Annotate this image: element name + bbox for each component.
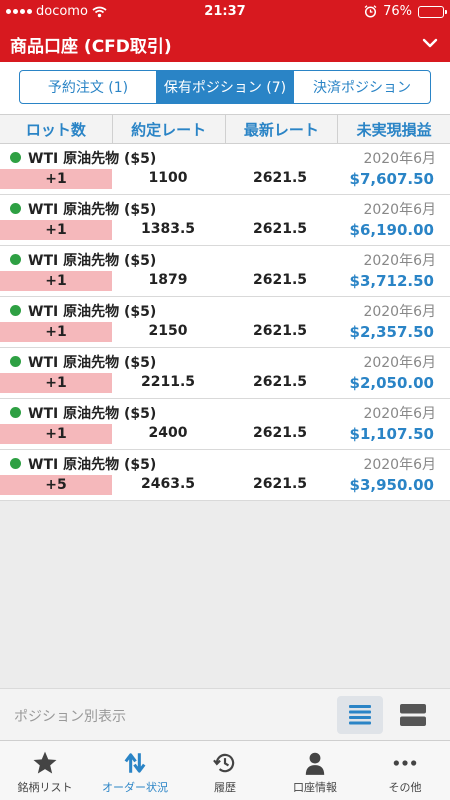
transfer-arrows-icon <box>122 750 148 776</box>
position-row[interactable]: WTI 原油先物 ($5) 2020年6月 +1 2150 2621.5 $2,… <box>0 297 450 348</box>
segment-area: 予約注文 (1) 保有ポジション (7) 決済ポジション <box>0 62 450 114</box>
contract-month: 2020年6月 <box>363 202 436 218</box>
long-status-dot <box>10 152 21 163</box>
position-row[interactable]: WTI 原油先物 ($5) 2020年6月 +1 1100 2621.5 $7,… <box>0 144 450 195</box>
instrument-name: WTI 原油先物 ($5) <box>28 151 157 167</box>
positions-list: WTI 原油先物 ($5) 2020年6月 +1 1100 2621.5 $7,… <box>0 144 450 501</box>
tab-account-info[interactable]: 口座情報 <box>270 741 360 800</box>
tab-open-positions[interactable]: 保有ポジション (7) <box>157 71 294 103</box>
list-view-icon <box>349 705 371 725</box>
tab-label: 履歴 <box>214 781 236 794</box>
entry-rate: 1383.5 <box>140 221 196 237</box>
status-right: 76% <box>364 4 447 19</box>
order-segmented-control: 予約注文 (1) 保有ポジション (7) 決済ポジション <box>19 70 431 104</box>
position-row[interactable]: WTI 原油先物 ($5) 2020年6月 +1 2211.5 2621.5 $… <box>0 348 450 399</box>
status-bar: docomo 21:37 76% <box>0 0 450 25</box>
lot-size: +1 <box>0 322 112 342</box>
unrealized-pl: $2,050.00 <box>349 374 434 392</box>
latest-rate: 2621.5 <box>252 272 308 288</box>
page-title: 商品口座 (CFD取引) <box>10 37 172 57</box>
more-dots-icon <box>392 750 418 776</box>
latest-rate: 2621.5 <box>252 425 308 441</box>
position-view-label: ポジション別表示 <box>14 709 126 725</box>
lot-size: +1 <box>0 220 112 240</box>
star-icon <box>32 750 58 776</box>
entry-rate: 1100 <box>148 170 188 186</box>
instrument-name: WTI 原油先物 ($5) <box>28 457 157 473</box>
lot-size: +1 <box>0 424 112 444</box>
position-view-bar: ポジション別表示 <box>0 688 450 740</box>
instrument-name: WTI 原油先物 ($5) <box>28 406 157 422</box>
instrument-name: WTI 原油先物 ($5) <box>28 202 157 218</box>
column-header-unrealized-pl: 未実現損益 <box>356 120 432 139</box>
instrument-name: WTI 原油先物 ($5) <box>28 355 157 371</box>
list-view-button[interactable] <box>337 696 383 734</box>
bottom-tab-bar: 銘柄リスト オーダー状況 履歴 口座情報 その他 <box>0 740 450 800</box>
tab-watchlist[interactable]: 銘柄リスト <box>0 741 90 800</box>
unrealized-pl: $3,950.00 <box>349 476 434 494</box>
tab-reserved-orders[interactable]: 予約注文 (1) <box>20 71 157 103</box>
card-view-button[interactable] <box>390 696 436 734</box>
position-row[interactable]: WTI 原油先物 ($5) 2020年6月 +1 1879 2621.5 $3,… <box>0 246 450 297</box>
long-status-dot <box>10 356 21 367</box>
lot-size: +1 <box>0 271 112 291</box>
table-header: ロット数 約定レート 最新レート 未実現損益 <box>0 114 450 144</box>
tab-label: 銘柄リスト <box>17 781 73 794</box>
tab-more[interactable]: その他 <box>360 741 450 800</box>
entry-rate: 2463.5 <box>140 476 196 492</box>
lot-size: +1 <box>0 373 112 393</box>
latest-rate: 2621.5 <box>252 476 308 492</box>
tab-label: 口座情報 <box>293 781 337 794</box>
column-header-entry-rate: 約定レート <box>113 115 226 143</box>
unrealized-pl: $1,107.50 <box>349 425 434 443</box>
contract-month: 2020年6月 <box>363 304 436 320</box>
history-clock-icon <box>212 750 238 776</box>
unrealized-pl: $7,607.50 <box>349 170 434 188</box>
contract-month: 2020年6月 <box>363 406 436 422</box>
unrealized-pl: $3,712.50 <box>349 272 434 290</box>
lot-size: +1 <box>0 169 112 189</box>
latest-rate: 2621.5 <box>252 221 308 237</box>
column-header-latest-rate: 最新レート <box>226 115 339 143</box>
entry-rate: 2211.5 <box>140 374 196 390</box>
entry-rate: 2150 <box>148 323 188 339</box>
long-status-dot <box>10 458 21 469</box>
tab-history[interactable]: 履歴 <box>180 741 270 800</box>
contract-month: 2020年6月 <box>363 151 436 167</box>
position-row[interactable]: WTI 原油先物 ($5) 2020年6月 +1 2400 2621.5 $1,… <box>0 399 450 450</box>
tab-closed-positions[interactable]: 決済ポジション <box>294 71 430 103</box>
battery-percent: 76% <box>383 4 412 19</box>
latest-rate: 2621.5 <box>252 323 308 339</box>
entry-rate: 1879 <box>148 272 188 288</box>
app-header: 商品口座 (CFD取引) <box>0 25 450 62</box>
chevron-down-icon[interactable] <box>422 35 438 51</box>
instrument-name: WTI 原油先物 ($5) <box>28 253 157 269</box>
long-status-dot <box>10 254 21 265</box>
latest-rate: 2621.5 <box>252 170 308 186</box>
position-row[interactable]: WTI 原油先物 ($5) 2020年6月 +1 1383.5 2621.5 $… <box>0 195 450 246</box>
tab-label: オーダー状況 <box>102 781 168 794</box>
person-icon <box>302 750 328 776</box>
contract-month: 2020年6月 <box>363 457 436 473</box>
unrealized-pl: $6,190.00 <box>349 221 434 239</box>
instrument-name: WTI 原油先物 ($5) <box>28 304 157 320</box>
tab-order-status[interactable]: オーダー状況 <box>90 741 180 800</box>
unrealized-pl: $2,357.50 <box>349 323 434 341</box>
position-row[interactable]: WTI 原油先物 ($5) 2020年6月 +5 2463.5 2621.5 $… <box>0 450 450 501</box>
contract-month: 2020年6月 <box>363 253 436 269</box>
entry-rate: 2400 <box>148 425 188 441</box>
long-status-dot <box>10 305 21 316</box>
contract-month: 2020年6月 <box>363 355 436 371</box>
tab-label: その他 <box>388 781 422 794</box>
column-header-lot: ロット数 <box>0 115 113 143</box>
battery-icon <box>418 5 447 18</box>
alarm-clock-icon <box>364 5 377 18</box>
card-view-icon <box>400 704 426 726</box>
lot-size: +5 <box>0 475 112 495</box>
long-status-dot <box>10 407 21 418</box>
long-status-dot <box>10 203 21 214</box>
latest-rate: 2621.5 <box>252 374 308 390</box>
